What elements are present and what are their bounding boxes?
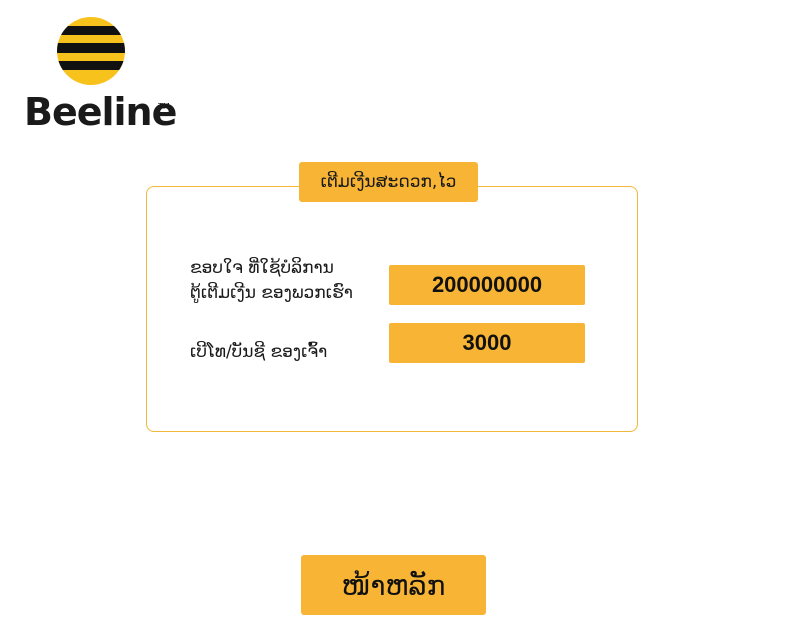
account-label: ເບີໂທ/ບັນຊີ ຂອງເຈົ້າ	[190, 342, 328, 362]
amount-value: 200000000	[389, 265, 585, 305]
trademark-symbol: TM	[158, 102, 170, 111]
thank-you-label: ຂອບໃຈ ທີ່ໃຊ້ບໍລິການ ຕູ້ເຕີມເງີນ ຂອງພວກເຮ…	[190, 256, 380, 306]
beeline-wordmark: Beeline	[24, 90, 177, 134]
home-button[interactable]: ໜ້າຫລັກ	[301, 555, 486, 615]
result-panel	[146, 186, 638, 432]
panel-title: ເຕີມເງີນສະດວກ,ໄວ	[299, 162, 478, 202]
page: Beeline TM ເຕີມເງີນສະດວກ,ໄວ ຂອບໃຈ ທີ່ໃຊ້…	[0, 0, 792, 634]
beeline-logo: Beeline TM	[24, 14, 177, 134]
thank-you-line-1: ຂອບໃຈ ທີ່ໃຊ້ບໍລິການ	[190, 258, 334, 278]
beeline-ball-icon	[57, 17, 125, 85]
account-value: 3000	[389, 323, 585, 363]
thank-you-line-2: ຕູ້ເຕີມເງີນ ຂອງພວກເຮົາ	[190, 283, 353, 303]
